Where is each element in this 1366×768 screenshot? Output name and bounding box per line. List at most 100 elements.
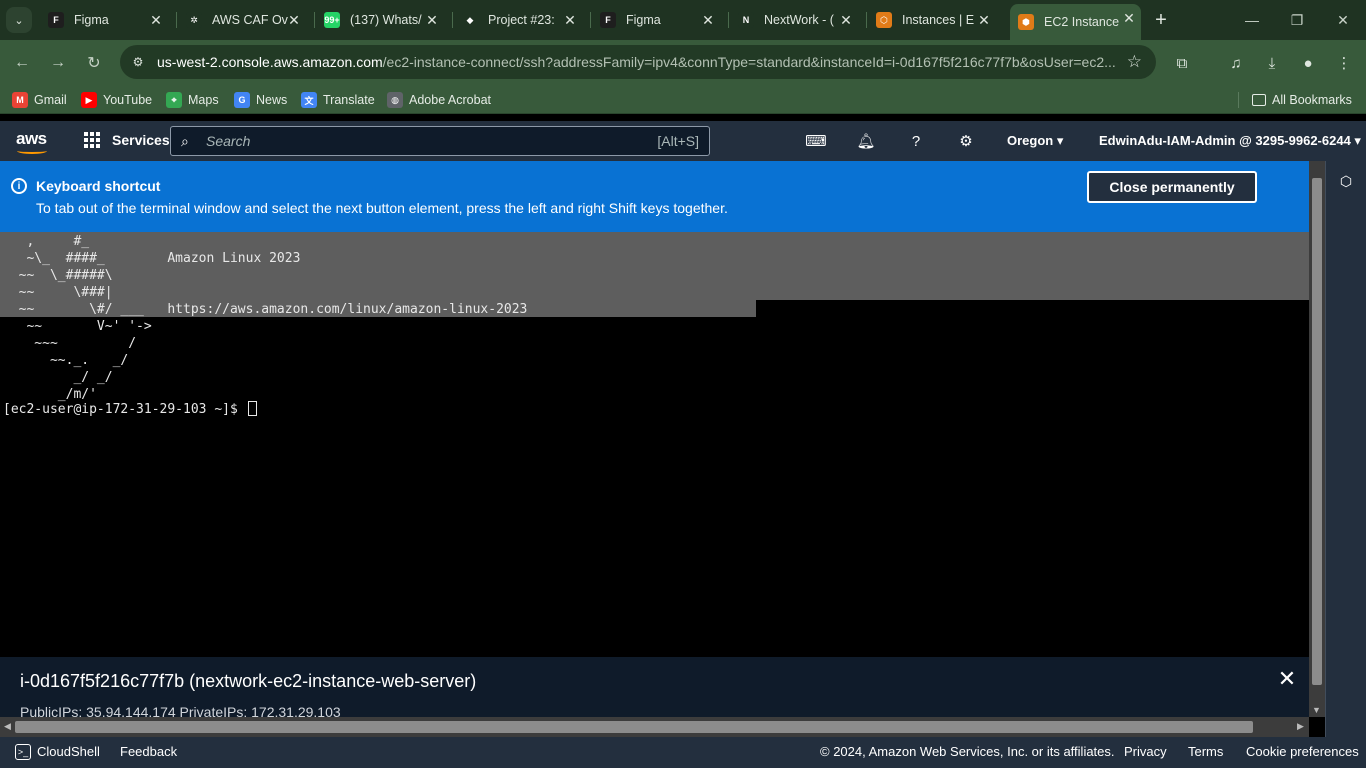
tab-label: EC2 Instance <box>1044 15 1120 29</box>
back-arrow-icon[interactable]: ← <box>10 51 34 75</box>
bookmark-item[interactable]: 文 Translate <box>301 91 375 109</box>
url-text[interactable]: us-west-2.console.aws.amazon.com/ec2-ins… <box>157 54 1116 70</box>
aws-ec2-icon: ⬢ <box>1018 14 1034 30</box>
vertical-scroll-thumb[interactable] <box>1312 178 1322 685</box>
browser-tab[interactable]: ◆ Project #23: ✕ <box>454 6 582 34</box>
browser-tab[interactable]: F Figma ✕ <box>40 6 168 34</box>
bookmarks-bar: M Gmail ▶ YouTube ⌖ Maps G News 文 Translate ◍ Adobe… <box>0 86 1366 114</box>
reload-icon[interactable]: ↻ <box>82 51 106 75</box>
tab-label: Instances | E <box>902 13 975 27</box>
tab-close-icon[interactable]: ✕ <box>700 12 716 28</box>
copyright-text: © 2024, Amazon Web Services, Inc. or its… <box>820 744 1115 759</box>
services-label: Services <box>112 132 170 148</box>
all-bookmarks-button[interactable]: All Bookmarks <box>1252 91 1352 109</box>
browser-tab[interactable]: F Figma ✕ <box>592 6 720 34</box>
bookmark-item[interactable]: ▶ YouTube <box>81 91 152 109</box>
bookmark-item[interactable]: ◍ Adobe Acrobat <box>387 91 491 109</box>
gmail-icon: M <box>12 92 28 108</box>
bookmark-label: News <box>256 93 288 107</box>
tab-search-button[interactable]: ⌄ <box>6 7 32 33</box>
keyboard-shortcut-banner: i Keyboard shortcut To tab out of the te… <box>0 161 1309 232</box>
aws-console-header: aws Services ⌕ Search [Alt+S] ⌨ 🔔︎ ? ⚙ O… <box>0 121 1366 161</box>
account-menu[interactable]: EdwinAdu-IAM-Admin @ 3295-9962-6244 ▾ <box>1099 133 1361 149</box>
browser-toolbar: ← → ↻ ⚙ us-west-2.console.aws.amazon.com… <box>0 40 1366 86</box>
browser-tab[interactable]: ⬡ Instances | E ✕ <box>868 6 996 34</box>
terminal-window[interactable]: , #_ ~\_ ####_ Amazon Linux 2023 ~~ \_##… <box>0 232 1309 657</box>
shell-prompt[interactable]: [ec2-user@ip-172-31-29-103 ~]$ <box>3 401 257 418</box>
help-icon[interactable]: ? <box>906 131 926 151</box>
bookmark-star-icon[interactable]: ☆ <box>1127 52 1142 72</box>
terminal-line: ~~ \_#####\ <box>3 268 113 283</box>
extensions-icon[interactable]: ⧉ <box>1171 52 1193 74</box>
bookmark-item[interactable]: G News <box>234 91 287 109</box>
tab-separator <box>314 12 315 28</box>
search-shortcut: [Alt+S] <box>657 133 699 149</box>
bookmarks-divider <box>1238 92 1239 108</box>
notifications-bell-icon[interactable]: 🔔︎ <box>856 131 876 151</box>
aws-ec2-icon: ⬡ <box>876 12 892 28</box>
terminal-line: ~~ \#/ ___ https://aws.amazon.com/linux/… <box>3 302 528 317</box>
tab-close-icon[interactable]: ✕ <box>838 12 854 28</box>
feedback-link[interactable]: Feedback <box>120 744 177 759</box>
services-menu-button[interactable]: Services <box>84 132 170 148</box>
bookmark-label: Gmail <box>34 93 67 107</box>
terminal-line: , #_ <box>3 234 90 249</box>
info-icon: i <box>11 178 27 194</box>
tab-separator <box>866 12 867 28</box>
browser-tab[interactable]: ⬢ EC2 Instance ✕ <box>1010 4 1141 40</box>
browser-tab[interactable]: ✲ AWS CAF Ov ✕ <box>178 6 306 34</box>
instance-title: i-0d167f5f216c77f7b (nextwork-ec2-instan… <box>20 671 477 691</box>
browser-tab[interactable]: 99+ (137) Whats/✕ <box>316 6 444 34</box>
scroll-down-arrow[interactable]: ▼ <box>1312 705 1321 715</box>
kebab-menu-icon[interactable]: ⋮ <box>1333 52 1355 74</box>
aws-logo[interactable]: aws <box>16 129 47 149</box>
aws-logo-smile <box>17 148 47 154</box>
tab-close-icon[interactable]: ✕ <box>1121 10 1137 26</box>
terminal-line: ~~~ / <box>3 336 137 351</box>
new-tab-button[interactable]: + <box>1150 9 1172 31</box>
media-control-icon[interactable]: ♫ <box>1225 52 1247 74</box>
tab-label: Figma <box>626 13 661 27</box>
close-permanently-button[interactable]: Close permanently <box>1087 171 1257 203</box>
forward-arrow-icon[interactable]: → <box>46 51 70 75</box>
scroll-right-arrow[interactable]: ▶ <box>1297 721 1304 732</box>
settings-gear-icon[interactable]: ⚙ <box>956 131 976 151</box>
figma-icon: F <box>48 12 64 28</box>
address-bar[interactable]: ⚙ us-west-2.console.aws.amazon.com/ec2-i… <box>120 45 1156 79</box>
cookie-preferences-link[interactable]: Cookie preferences <box>1246 744 1359 759</box>
close-icon[interactable]: ✕ <box>1277 666 1297 691</box>
horizontal-scroll-thumb[interactable] <box>15 721 1253 733</box>
scroll-left-arrow[interactable]: ◀ <box>4 721 11 732</box>
minimize-icon[interactable]: — <box>1240 8 1264 32</box>
vertical-scrollbar[interactable]: ▼ <box>1309 161 1325 717</box>
privacy-link[interactable]: Privacy <box>1124 744 1167 759</box>
tab-separator <box>728 12 729 28</box>
instance-ips: PublicIPs: 35.94.144.174 PrivateIPs: 172… <box>20 704 341 717</box>
bookmark-label: Translate <box>323 93 375 107</box>
bookmark-item[interactable]: M Gmail <box>12 91 67 109</box>
tab-close-icon[interactable]: ✕ <box>286 12 302 28</box>
profile-avatar[interactable]: ● <box>1297 52 1319 74</box>
terms-link[interactable]: Terms <box>1188 744 1223 759</box>
site-settings-icon[interactable]: ⚙ <box>129 53 147 71</box>
banner-title: Keyboard shortcut <box>36 178 161 194</box>
terminal-cursor <box>247 401 257 416</box>
bookmark-item[interactable]: ⌖ Maps <box>166 91 219 109</box>
restore-icon[interactable]: ❐ <box>1285 8 1309 32</box>
close-window-icon[interactable]: ✕ <box>1331 8 1355 32</box>
hexagon-icon[interactable]: ⬡ <box>1338 173 1354 189</box>
tab-close-icon[interactable]: ✕ <box>562 12 578 28</box>
cloudshell-link[interactable]: CloudShell <box>37 744 100 759</box>
search-input[interactable]: ⌕ Search [Alt+S] <box>170 126 710 156</box>
tab-label: Project #23: <box>488 13 555 27</box>
horizontal-scrollbar[interactable]: ◀ ▶ <box>0 717 1309 737</box>
browser-tab[interactable]: N NextWork - (✕ <box>730 6 858 34</box>
tab-close-icon[interactable]: ✕ <box>424 12 440 28</box>
tab-close-icon[interactable]: ✕ <box>976 12 992 28</box>
cloudshell-icon[interactable]: ⌨ <box>805 131 827 151</box>
maps-icon: ⌖ <box>166 92 182 108</box>
tab-close-icon[interactable]: ✕ <box>148 12 164 28</box>
download-icon[interactable]: ⤓ <box>1261 52 1283 74</box>
news-icon: G <box>234 92 250 108</box>
region-selector[interactable]: Oregon ▾ <box>1007 133 1063 149</box>
